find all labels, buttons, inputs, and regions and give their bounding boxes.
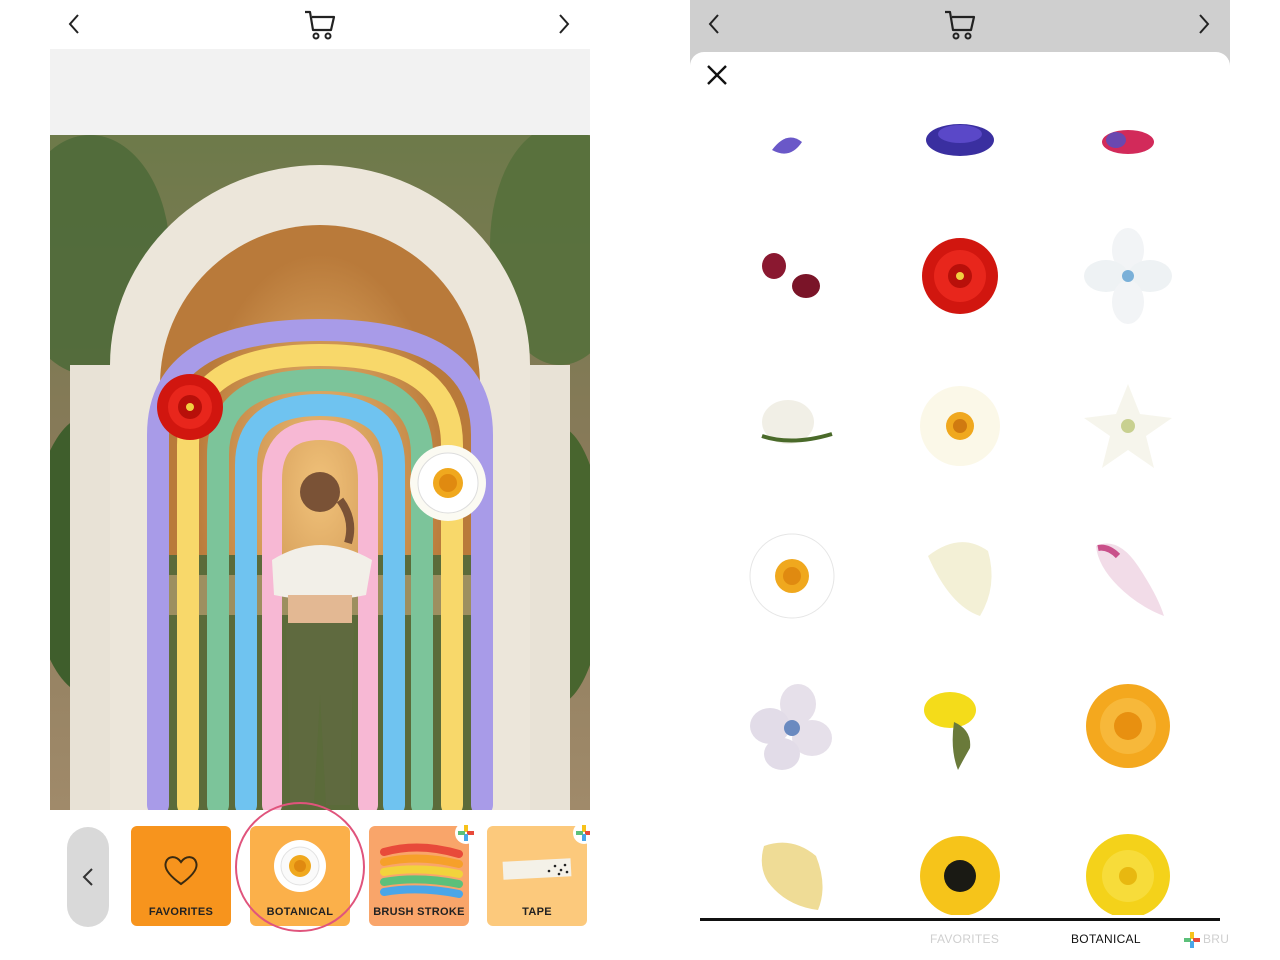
sticker-pink-petal[interactable] [1078, 526, 1178, 626]
category-botanical[interactable]: BOTANICAL [250, 826, 350, 926]
back-button[interactable] [60, 10, 88, 38]
sticker-sheet: FAVORITES BOTANICAL BRUS [690, 52, 1230, 960]
category-tray: FAVORITES BOTANICAL BRUSH STROKE TAPE [50, 802, 590, 936]
category-label: TAPE [522, 906, 552, 918]
sticker-picker-screen: FAVORITES BOTANICAL BRUS [690, 0, 1230, 960]
editor-screen: FAVORITES BOTANICAL BRUSH STROKE TAPE [50, 0, 590, 960]
tape-icon [502, 858, 572, 880]
back-button[interactable] [700, 10, 728, 38]
editor-top-bar [50, 0, 590, 48]
sticker-pink-flower[interactable] [1078, 100, 1178, 160]
sticker-red-rose[interactable] [910, 226, 1010, 326]
sticker-orange-chrysanthemum[interactable] [1078, 676, 1178, 776]
chevron-right-icon [559, 14, 570, 34]
forward-button[interactable] [550, 10, 578, 38]
edited-photo[interactable] [50, 135, 590, 810]
daisy-icon [274, 840, 326, 892]
sticker-blue-violet-flower[interactable] [910, 100, 1010, 160]
chevron-right-icon [1199, 14, 1210, 34]
sticker-white-clover[interactable] [742, 376, 842, 476]
chevron-left-icon [708, 14, 719, 34]
sticker-black-eyed-susan[interactable] [910, 826, 1010, 915]
tab-favorites[interactable]: FAVORITES [930, 932, 999, 946]
category-brush-stroke[interactable]: BRUSH STROKE [369, 826, 469, 926]
sticker-white-daisy-large[interactable] [910, 376, 1010, 476]
brush-stroke-icon [380, 843, 463, 898]
category-label: BRUSH STROKE [373, 906, 465, 918]
cart-button[interactable] [942, 6, 978, 42]
sticker-dark-red-petals[interactable] [742, 226, 842, 326]
sticker-yellow-buttercup[interactable] [1078, 826, 1178, 915]
sticker-cream-petal[interactable] [910, 526, 1010, 626]
sticker-grid [690, 100, 1230, 915]
tab-indicator-line [700, 918, 1220, 921]
category-label: FAVORITES [148, 906, 214, 918]
cart-icon [945, 10, 976, 40]
category-tape[interactable]: TAPE [487, 826, 587, 926]
cart-icon [305, 10, 336, 40]
photo-canvas[interactable] [50, 49, 590, 810]
chevron-left-icon [68, 14, 79, 34]
plus-badge-icon [573, 822, 590, 844]
brush-stroke-plus-icon [1184, 932, 1200, 948]
tray-back-button[interactable] [67, 827, 109, 927]
category-favorites[interactable]: FAVORITES [131, 826, 231, 926]
category-label: BOTANICAL [266, 906, 334, 918]
tab-brush-stroke[interactable]: BRUS [1203, 932, 1230, 946]
cart-button[interactable] [302, 6, 338, 42]
close-button[interactable] [704, 62, 730, 88]
forward-button[interactable] [1190, 10, 1218, 38]
plus-badge-icon [455, 822, 477, 844]
tab-botanical[interactable]: BOTANICAL [1071, 932, 1141, 946]
sticker-purple-petal[interactable] [742, 100, 842, 160]
sticker-yellow-petal[interactable] [742, 826, 842, 915]
sticker-white-blue-hydrangea[interactable] [1078, 226, 1178, 326]
chevron-left-icon [82, 868, 93, 886]
sticker-yellow-marigold-bud[interactable] [910, 676, 1010, 776]
heart-icon [164, 856, 198, 886]
sticker-white-star-flower[interactable] [1078, 376, 1178, 476]
sticker-white-daisy[interactable] [742, 526, 842, 626]
sticker-pale-blue-hydrangea[interactable] [742, 676, 842, 776]
close-icon [707, 65, 727, 85]
